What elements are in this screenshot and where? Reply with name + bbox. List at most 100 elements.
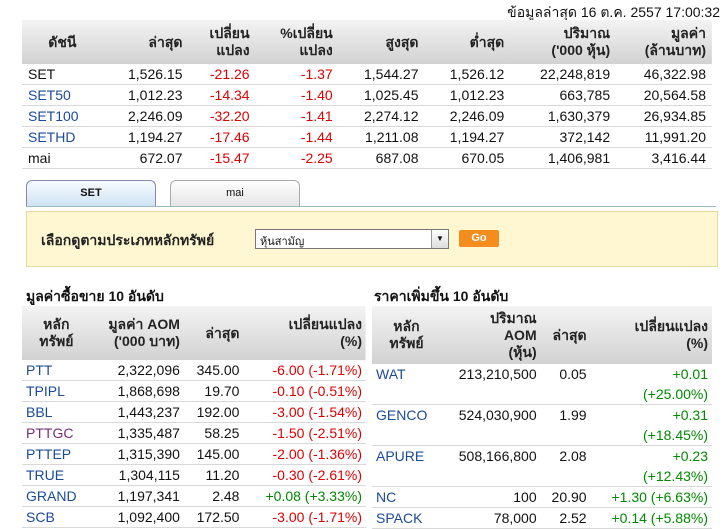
high-value: 1,025.45 — [338, 84, 425, 106]
last-value: 672.07 — [102, 147, 189, 169]
table-row: SCB 1,092,400 172.50 -3.00 (-1.71%) — [22, 506, 366, 528]
low-value: 2,246.09 — [424, 105, 511, 127]
table-row: PTTEP 1,315,390 145.00 -2.00 (-1.36%) — [22, 443, 366, 465]
symbol-link[interactable]: PTTEP — [22, 443, 91, 465]
symbol-link[interactable]: PTTGC — [22, 422, 91, 444]
change-percent: -1.41 — [255, 105, 339, 127]
symbol-link[interactable]: NC — [372, 486, 441, 508]
table-row: TRUE 1,304,115 11.20 -0.30 (-2.61%) — [22, 464, 366, 486]
aom-volume: 508,166,800 — [440, 445, 541, 487]
price-change: -0.30 (-2.61%) — [243, 464, 366, 486]
price-change-value: +0.14 (+5.88%) — [611, 510, 708, 526]
market-value: 26,934.85 — [616, 105, 712, 127]
tab-mai[interactable]: mai — [170, 180, 300, 206]
symbol-link[interactable]: APURE — [372, 445, 441, 487]
column-header: ดัชนี — [48, 33, 77, 50]
volume-value: 372,142 — [510, 126, 617, 148]
index-name[interactable]: SET100 — [22, 105, 103, 127]
price-change-value: +0.31 — [672, 407, 708, 423]
low-value: 670.05 — [424, 147, 511, 169]
column-header: ล่าสุด — [205, 324, 240, 341]
symbol-link[interactable]: TPIPL — [22, 380, 91, 402]
high-value: 1,211.08 — [338, 126, 425, 148]
column-header: เปลี่ยนแปลง (%) — [288, 316, 362, 349]
price-change: -3.00 (-1.71%) — [243, 506, 366, 528]
market-value: 3,416.44 — [616, 147, 712, 169]
index-name: SET — [22, 64, 103, 85]
table-row: BBL 1,443,237 192.00 -3.00 (-1.54%) — [22, 401, 366, 423]
market-value: 11,991.20 — [616, 126, 712, 148]
aom-volume: 100 — [440, 486, 541, 508]
aom-volume: 213,210,500 — [440, 364, 541, 405]
aom-volume: 78,000 — [440, 507, 541, 529]
top-value-table: หลัก ทรัพย์ มูลค่า AOM ('000 บาท) ล่าสุด เปลี… — [22, 306, 366, 528]
security-type-select[interactable]: หุ้นสามัญ ▼ — [255, 229, 449, 249]
last-price: 20.90 — [540, 486, 591, 508]
volume-value: 1,630,379 — [510, 105, 617, 127]
symbol-link[interactable]: GENCO — [372, 404, 441, 446]
last-value: 1,012.23 — [102, 84, 189, 106]
symbol-link[interactable]: PTT — [22, 360, 91, 381]
low-value: 1,194.27 — [424, 126, 511, 148]
low-value: 1,526.12 — [424, 64, 511, 85]
price-change: -2.00 (-1.36%) — [243, 443, 366, 465]
last-price: 19.70 — [183, 380, 244, 402]
last-price: 0.05 — [540, 364, 591, 405]
index-row: SETHD 1,194.27 -17.46 -1.44 1,211.08 1,194.27… — [22, 126, 712, 148]
last-price: 145.00 — [183, 443, 244, 465]
column-header: ล่าสุด — [148, 33, 183, 50]
symbol-link[interactable]: SCB — [22, 506, 91, 528]
change-value: -21.26 — [188, 64, 256, 85]
change-percent: -2.25 — [255, 147, 339, 169]
index-name[interactable]: SETHD — [22, 126, 103, 148]
top-value-title: มูลค่าซื้อขาย 10 อันดับ — [26, 288, 164, 304]
table-row: PTT 2,322,096 345.00 -6.00 (-1.71%) — [22, 360, 366, 381]
aom-value: 1,335,487 — [90, 422, 184, 444]
tab-set[interactable]: SET — [26, 180, 156, 206]
symbol-link[interactable]: TRUE — [22, 464, 91, 486]
aom-value: 1,443,237 — [90, 401, 184, 423]
chevron-down-icon[interactable]: ▼ — [431, 230, 448, 248]
price-change-value: +0.01 — [672, 366, 708, 382]
change-percent: -1.44 — [255, 126, 339, 148]
top-gainers-table: หลัก ทรัพย์ ปริมาณ AOM (หุ้น) ล่าสุด เปลี่ยนแป… — [372, 306, 712, 529]
table-row: APURE 508,166,800 2.08 +0.23 (+12.43%) — [372, 445, 712, 487]
change-percent: -1.40 — [255, 84, 339, 106]
price-change-value: +0.23 — [672, 448, 708, 464]
aom-value: 2,322,096 — [90, 360, 184, 381]
volume-value: 1,406,981 — [510, 147, 617, 169]
market-tabs: SET mai — [26, 180, 716, 207]
aom-value: 1,868,698 — [90, 380, 184, 402]
filter-label: เลือกดูตามประเภทหลักทรัพย์ — [41, 232, 215, 248]
symbol-link[interactable]: BBL — [22, 401, 91, 423]
change-value: -14.34 — [188, 84, 256, 106]
index-row: SET100 2,246.09 -32.20 -1.41 2,274.12 2,246.0… — [22, 105, 712, 127]
price-change: -6.00 (-1.71%) — [243, 360, 366, 381]
go-button[interactable]: Go — [459, 230, 499, 247]
last-price: 1.99 — [540, 404, 591, 446]
last-price: 2.08 — [540, 445, 591, 487]
index-row: SET50 1,012.23 -14.34 -1.40 1,025.45 1,012.23… — [22, 84, 712, 106]
price-change: -3.00 (-1.54%) — [243, 401, 366, 423]
index-summary-table: ดัชนี ล่าสุด เปลี่ยน แปลง %เปลี่ยน แปลง สูงสุด… — [22, 20, 712, 169]
last-value: 1,194.27 — [102, 126, 189, 148]
last-price: 172.50 — [183, 506, 244, 528]
index-row: mai 672.07 -15.47 -2.25 687.08 670.05 1,406,98… — [22, 147, 712, 169]
index-name[interactable]: SET50 — [22, 84, 103, 106]
index-name: mai — [22, 147, 103, 169]
volume-value: 22,248,819 — [510, 64, 617, 85]
column-header: สูงสุด — [385, 33, 419, 50]
volume-value: 663,785 — [510, 84, 617, 106]
market-value: 46,322.98 — [616, 64, 712, 85]
table-row: PTTGC 1,335,487 58.25 -1.50 (-2.51%) — [22, 422, 366, 444]
symbol-link[interactable]: GRAND — [22, 485, 91, 507]
change-value: -17.46 — [188, 126, 256, 148]
high-value: 1,544.27 — [338, 64, 425, 85]
column-header: ปริมาณ ('000 หุ้น) — [551, 25, 611, 58]
symbol-link[interactable]: WAT — [372, 364, 441, 405]
table-row: GENCO 524,030,900 1.99 +0.31 (+18.45%) — [372, 404, 712, 446]
aom-value: 1,197,341 — [90, 485, 184, 507]
column-header: เปลี่ยนแปลง (%) — [634, 318, 708, 351]
symbol-link[interactable]: SPACK — [372, 507, 441, 529]
high-value: 2,274.12 — [338, 105, 425, 127]
